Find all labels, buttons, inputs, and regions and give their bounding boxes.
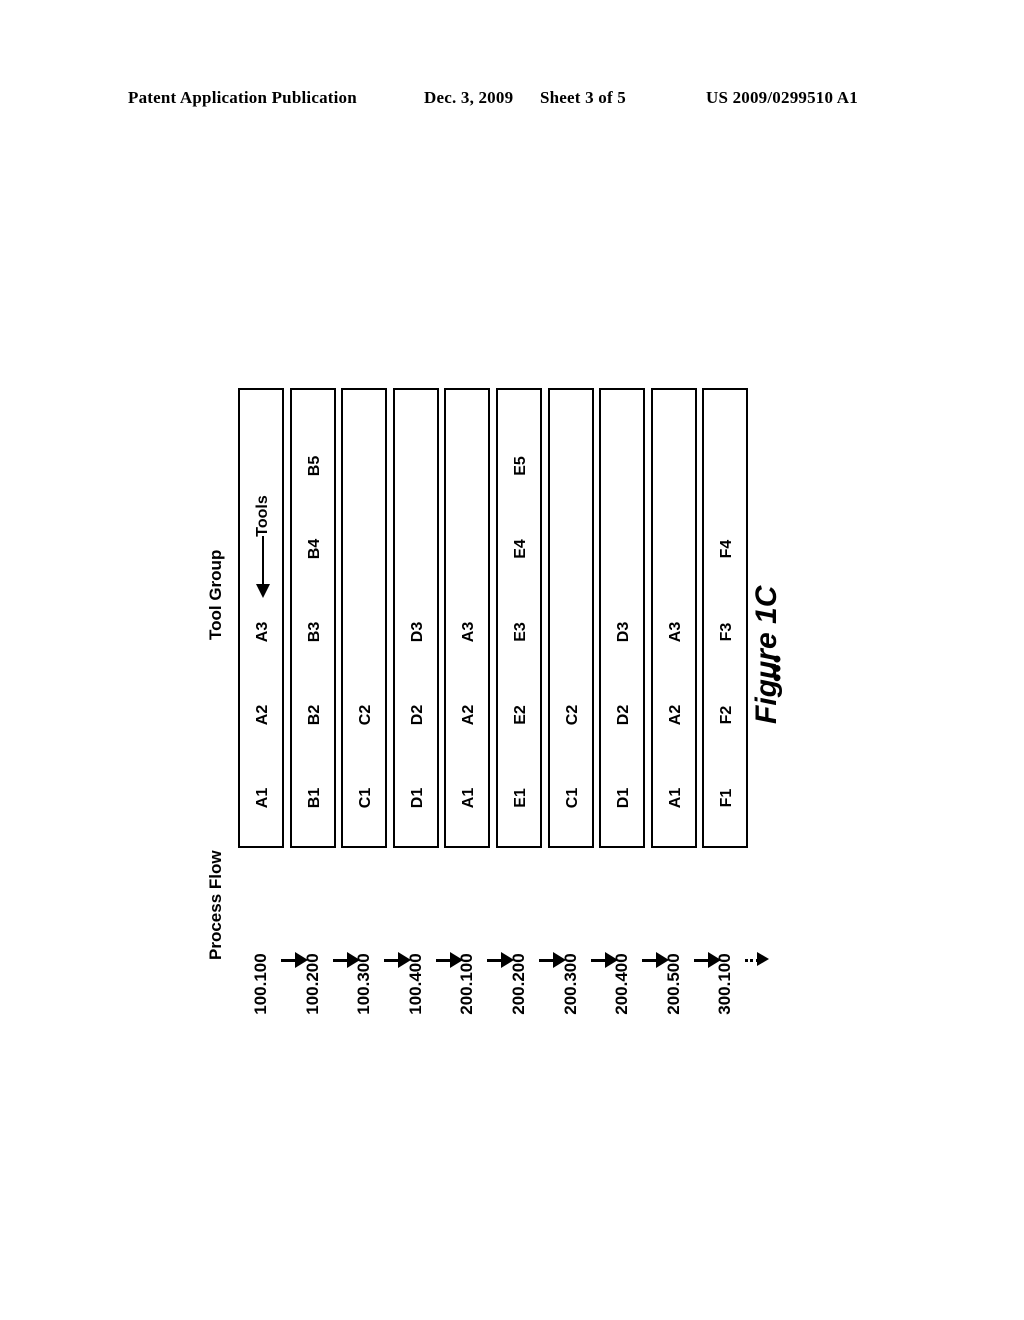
process-flow-step-label: 200.400 — [612, 953, 632, 1015]
process-flow-step-label: 100.300 — [354, 953, 374, 1015]
process-flow-step-label: 100.100 — [251, 953, 270, 1015]
tool-group-box: C1 C2 — [547, 388, 594, 848]
tool-label: E1 — [512, 788, 529, 808]
tool-label: F3 — [718, 622, 736, 642]
tool-group-box: C1 C2 — [341, 388, 388, 848]
tool-label: C1 — [563, 787, 581, 809]
tool-group-box: E1 E2 E3 E4 E5 — [496, 388, 542, 848]
figure-caption: Figure 1C — [750, 585, 783, 724]
tool-label: B5 — [305, 455, 323, 477]
process-flow-step-label: 200.300 — [560, 953, 580, 1015]
process-flow-step: 200.400 — [599, 930, 645, 1060]
tool-label: C2 — [563, 704, 581, 726]
tool-group-axis-label: Tool Group — [206, 549, 225, 640]
process-flow-step-label: 100.400 — [405, 953, 425, 1015]
tool-label: E4 — [512, 539, 529, 559]
tool-label: D2 — [615, 704, 633, 726]
figure-1c: Tool Group A1 A2 A3 Tools B1 B2 B3 B4 B5 C1 C2 D1 D2… — [0, 0, 1024, 1320]
tool-label: E2 — [512, 705, 529, 725]
process-flow-sequence: 100.100 100.200 100.300 100.400 200.100 200.2… — [238, 930, 798, 1080]
tool-label: D1 — [615, 787, 633, 809]
tool-label: A1 — [460, 787, 478, 809]
tool-label: D3 — [408, 621, 426, 643]
process-flow-step: 300.100 — [702, 930, 748, 1060]
tool-label: A1 — [254, 787, 271, 809]
process-flow-step-label: 200.500 — [663, 953, 683, 1015]
process-flow-step-label: 300.100 — [715, 953, 735, 1015]
process-flow-step: 100.400 — [393, 930, 439, 1060]
tool-label: A2 — [460, 704, 478, 726]
tool-group-box: B1 B2 B3 B4 B5 — [289, 388, 336, 848]
process-flow-step-label: 100.200 — [302, 953, 322, 1015]
tool-label: A1 — [666, 787, 684, 809]
tools-arrow-head-icon — [256, 584, 270, 598]
arrow-head — [757, 952, 770, 966]
tool-label: F1 — [718, 788, 736, 808]
tool-label: B1 — [305, 787, 323, 809]
process-flow-step: 200.300 — [548, 930, 594, 1060]
tool-label: C2 — [357, 704, 375, 726]
tool-label: E3 — [512, 622, 529, 642]
process-flow-step-label: 200.200 — [509, 953, 528, 1015]
tool-group-box: D1 D2 D3 — [392, 388, 439, 848]
tool-label: F2 — [718, 705, 736, 725]
tool-group-box: A1 A2 A3 — [650, 388, 697, 848]
tool-group-box: A1 A2 A3 Tools — [238, 388, 284, 848]
tool-label: B3 — [305, 621, 323, 643]
tools-annotation: Tools — [243, 488, 283, 608]
process-flow-step: 200.100 — [444, 930, 490, 1060]
tool-label: E5 — [512, 456, 529, 476]
tool-label: F4 — [718, 539, 736, 559]
process-flow-step: 100.100 — [238, 930, 284, 1060]
tool-label: A3 — [666, 621, 684, 643]
process-flow-step: 200.200 — [496, 930, 542, 1060]
tool-label: A2 — [666, 704, 684, 726]
process-flow-step: 200.500 — [651, 930, 697, 1060]
process-flow-continuation-arrow-icon — [745, 952, 771, 968]
tool-group-boxes: A1 A2 A3 Tools B1 B2 B3 B4 B5 C1 C2 D1 D2 D3 A1 A2 A3 E1 E… — [238, 388, 758, 850]
tool-label: C1 — [357, 787, 375, 809]
process-flow-step-label: 200.100 — [457, 953, 477, 1015]
process-flow-axis-label: Process Flow — [206, 850, 225, 960]
tool-label: B4 — [305, 538, 323, 560]
tool-label: A3 — [460, 621, 478, 643]
tool-label: D1 — [408, 787, 426, 809]
tool-label: A2 — [254, 704, 271, 726]
tools-arrow-shaft — [262, 536, 265, 588]
tool-group-box: D1 D2 D3 — [599, 388, 646, 848]
tool-label: D2 — [408, 704, 426, 726]
tool-label: B2 — [305, 704, 323, 726]
tool-group-box: F1 F2 F3 F4 — [702, 388, 749, 848]
tool-label: D3 — [615, 621, 633, 643]
process-flow-step: 100.300 — [341, 930, 387, 1060]
process-flow-step: 100.200 — [290, 930, 336, 1060]
tool-group-box: A1 A2 A3 — [444, 388, 491, 848]
